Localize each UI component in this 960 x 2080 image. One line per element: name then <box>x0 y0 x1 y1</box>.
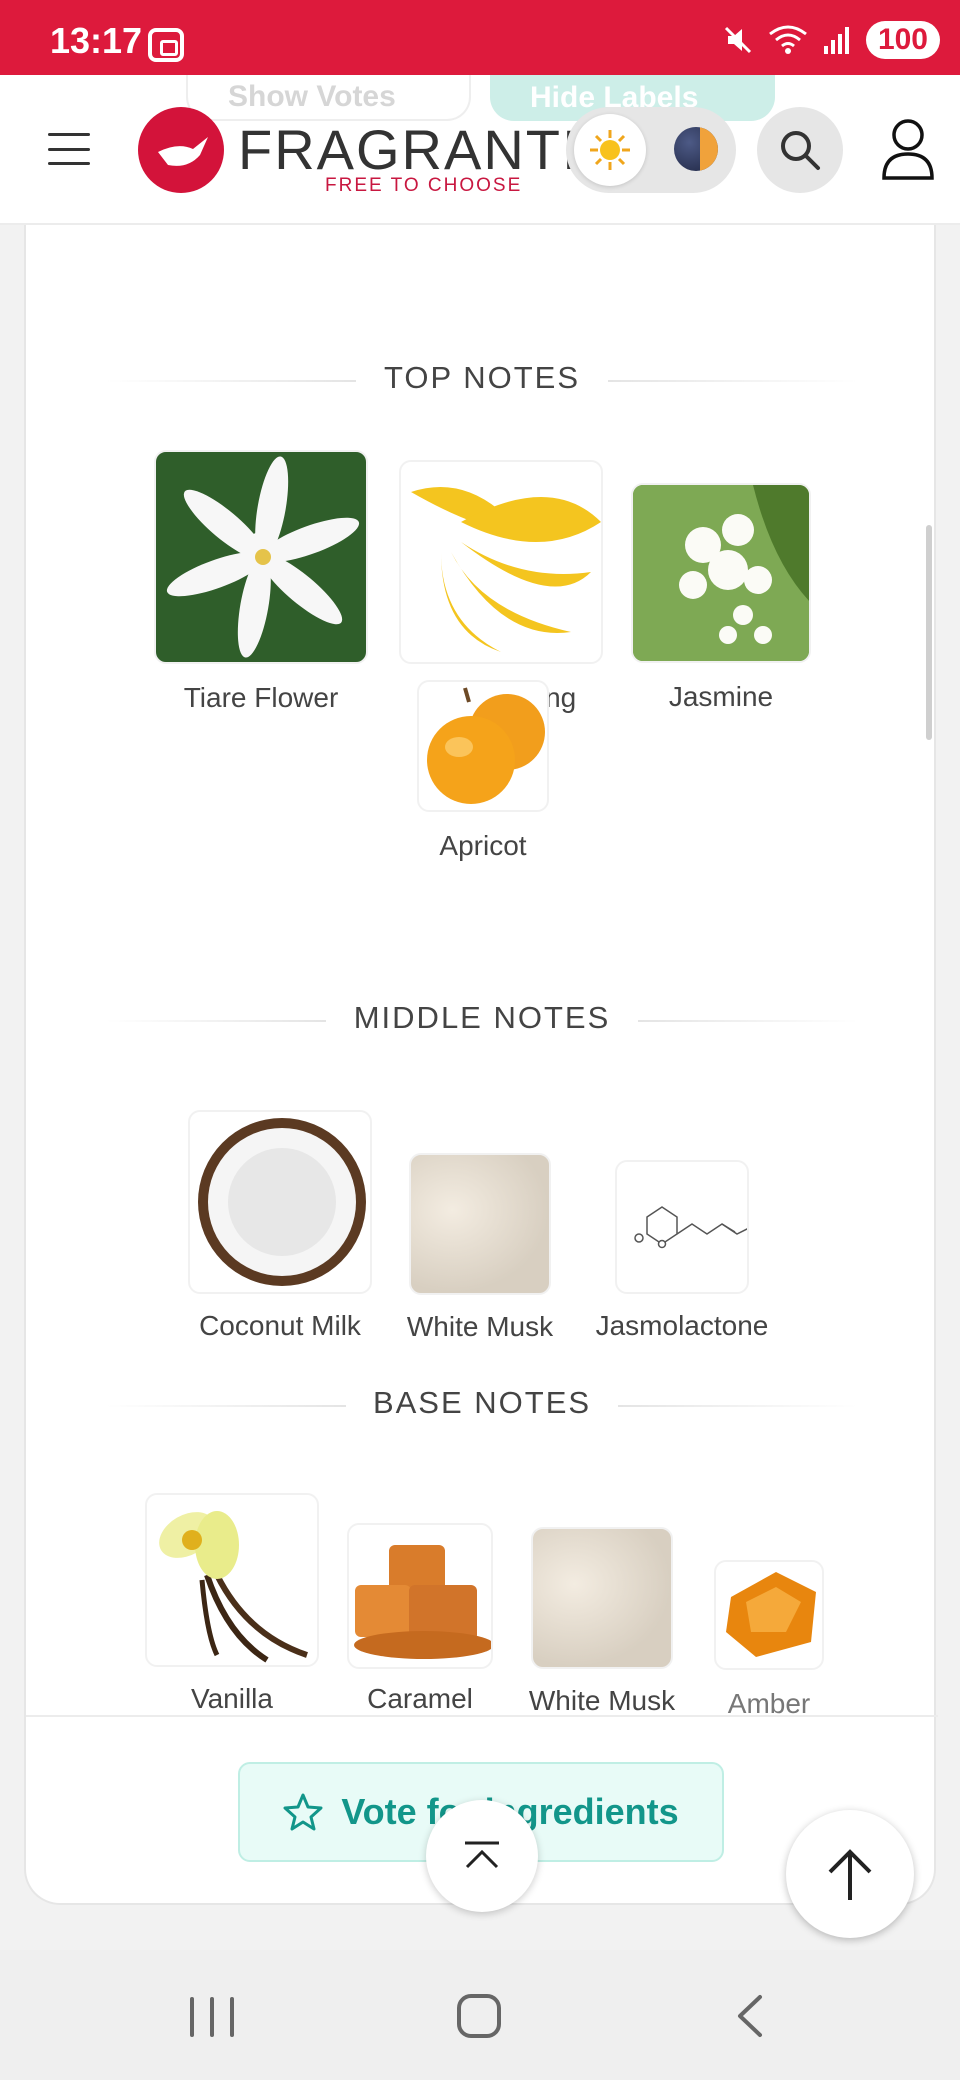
status-icons: 100 <box>722 20 940 60</box>
tiare-flower-image <box>154 450 368 664</box>
home-button[interactable] <box>457 1994 501 2038</box>
moon-icon <box>674 127 718 171</box>
page: TOP NOTES Tiare Flower Jasmine Apricot M… <box>0 75 960 1950</box>
theme-toggle[interactable] <box>566 107 736 193</box>
page-scrollbar[interactable] <box>926 525 932 740</box>
note-amber[interactable]: Amber <box>714 1560 824 1719</box>
arrow-up-icon <box>828 1849 872 1900</box>
hamburger-line <box>48 133 90 136</box>
white-musk-image <box>531 1527 673 1669</box>
apricot-image <box>417 680 549 812</box>
brand-tagline: FREE TO CHOOSE <box>325 175 523 196</box>
back-arrow-icon <box>738 1995 762 2037</box>
jasmine-image <box>631 483 811 663</box>
note-label: Jasmine <box>668 681 774 712</box>
search-button[interactable] <box>757 107 843 193</box>
user-icon <box>882 119 934 180</box>
note-ylang-ylang[interactable]: Ylang Ylang <box>399 460 603 713</box>
top-header: Show Votes Hide Labels FRAGRANTICA FREE … <box>0 75 960 225</box>
note-caramel[interactable]: Caramel <box>347 1523 493 1714</box>
note-vanilla[interactable]: Vanilla <box>145 1493 319 1714</box>
note-white-musk-base[interactable]: White Musk <box>529 1527 675 1716</box>
screenshot-icon <box>148 28 184 62</box>
scroll-to-top-button[interactable] <box>786 1810 914 1938</box>
note-jasmolactone[interactable]: Jasmolactone <box>596 1160 768 1341</box>
notes-card: TOP NOTES Tiare Flower Jasmine Apricot M… <box>24 175 938 1912</box>
top-notes-heading: TOP NOTES <box>26 360 938 396</box>
note-apricot[interactable]: Apricot <box>417 680 549 861</box>
collapse-button[interactable] <box>426 1800 538 1912</box>
hamburger-line <box>48 147 90 151</box>
hamburger-line <box>48 162 90 165</box>
chevron-up-icon <box>465 1841 499 1869</box>
status-time: 13:17 <box>50 20 143 61</box>
base-notes-heading: BASE NOTES <box>26 1385 938 1421</box>
status-bar: 13:17 100 <box>0 0 960 75</box>
recent-apps-button[interactable] <box>190 1997 234 2037</box>
vanilla-image <box>145 1493 319 1667</box>
show-votes-button[interactable]: Show Votes <box>186 75 471 121</box>
wifi-icon <box>769 25 807 54</box>
coconut-milk-image <box>188 1110 372 1294</box>
sun-icon <box>574 114 646 186</box>
card-divider <box>26 1715 938 1717</box>
logo-bird-icon[interactable] <box>138 107 224 193</box>
note-coconut-milk[interactable]: Coconut Milk <box>188 1110 372 1341</box>
signal-icon <box>823 27 849 54</box>
ylang-ylang-image <box>399 460 603 664</box>
note-tiare-flower[interactable]: Tiare Flower <box>154 450 368 713</box>
user-account-button[interactable] <box>880 118 936 182</box>
battery-indicator: 100 <box>865 21 940 59</box>
mute-icon <box>724 26 751 54</box>
white-musk-image <box>409 1153 551 1295</box>
note-label: Apricot <box>439 830 527 861</box>
search-icon <box>781 131 820 170</box>
amber-image <box>714 1560 824 1670</box>
back-button[interactable] <box>730 1993 770 2039</box>
jasmolactone-molecule-image <box>615 1160 749 1294</box>
note-label: Jasmolactone <box>595 1310 769 1341</box>
note-jasmine[interactable]: Jasmine <box>631 483 811 712</box>
system-nav-bar <box>0 1950 960 2080</box>
caramel-image <box>347 1523 493 1669</box>
star-icon <box>283 1793 323 1831</box>
note-white-musk[interactable]: White Musk <box>407 1153 553 1342</box>
menu-button[interactable] <box>48 133 90 165</box>
middle-notes-heading: MIDDLE NOTES <box>26 1000 938 1036</box>
